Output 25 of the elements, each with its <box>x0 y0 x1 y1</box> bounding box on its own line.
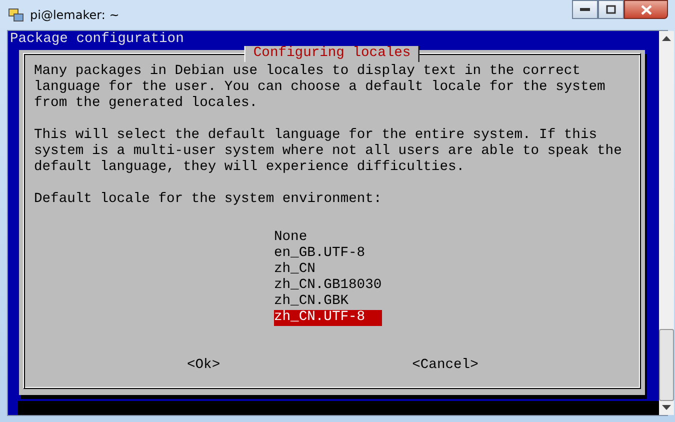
maximize-icon <box>606 5 616 14</box>
terminal-app-icon <box>8 7 24 23</box>
terminal-header: Package configuration <box>9 31 185 48</box>
window-title: pi@lemaker: ~ <box>30 8 120 22</box>
scrollbar-thumb[interactable] <box>659 329 674 401</box>
dialog-paragraph: This will select the default language for the entire system. If this system is a multi-user system where not all users are able to speak the default language, they will experience difficulties. <box>34 128 623 176</box>
minimize-icon <box>580 8 590 12</box>
locale-option[interactable]: en_GB.UTF-8 <box>274 246 382 262</box>
scroll-up-icon[interactable] <box>662 35 672 41</box>
scroll-down-icon[interactable] <box>662 405 672 411</box>
dialog-button[interactable]: <Ok> <box>187 358 220 374</box>
locale-option[interactable]: zh_CN.GBK <box>274 294 382 310</box>
locale-option[interactable]: zh_CN.GB18030 <box>274 278 382 294</box>
locale-option[interactable]: zh_CN.UTF-8 <box>274 310 382 326</box>
close-icon <box>640 4 652 14</box>
close-button[interactable] <box>624 0 668 19</box>
locale-option[interactable]: zh_CN <box>274 262 382 278</box>
locale-option[interactable]: None <box>274 230 382 246</box>
maximize-button[interactable] <box>598 0 624 19</box>
dialog-title: Configuring locales <box>244 46 420 62</box>
scrollbar[interactable] <box>659 31 674 415</box>
dialog-prompt: Default locale for the system environment: <box>34 192 383 208</box>
dialog-paragraph: Many packages in Debian use locales to display text in the correct language for the user. You can choose a default locale for the system from the generated locales. <box>34 64 606 112</box>
minimize-button[interactable] <box>572 0 598 19</box>
dialog-button[interactable]: <Cancel> <box>412 358 478 374</box>
